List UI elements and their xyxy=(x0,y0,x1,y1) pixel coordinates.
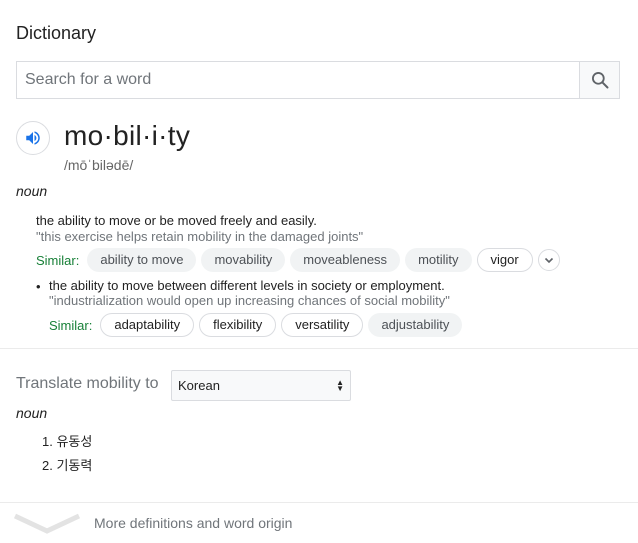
section-divider xyxy=(0,348,638,349)
example-1: "this exercise helps retain mobility in … xyxy=(36,229,364,244)
similar-chip[interactable]: adaptability xyxy=(100,313,195,337)
search-box xyxy=(16,61,620,99)
example-2: "industrialization would open up increas… xyxy=(49,293,450,308)
language-select-value: Korean xyxy=(178,378,220,393)
more-definitions-label: More definitions and word origin xyxy=(94,515,293,531)
expand-similar-button[interactable] xyxy=(537,249,560,271)
search-input[interactable] xyxy=(17,62,579,98)
similar-label: Similar: xyxy=(49,317,93,333)
search-icon xyxy=(591,72,608,89)
definition-1: the ability to move or be moved freely a… xyxy=(36,213,317,228)
language-select[interactable]: Korean ▲ ▼ xyxy=(171,370,351,401)
translation-part-of-speech: noun xyxy=(16,405,48,421)
select-arrows-icon: ▲ ▼ xyxy=(336,377,344,393)
search-button[interactable] xyxy=(579,62,619,98)
similar-row-2: Similar: adaptability flexibility versat… xyxy=(49,313,467,337)
list-bullet: • xyxy=(36,279,41,294)
similar-chip[interactable]: adjustability xyxy=(368,313,463,337)
similar-chip[interactable]: vigor xyxy=(476,248,533,272)
dictionary-title: Dictionary xyxy=(16,23,97,43)
headword: mo·bil·i·ty xyxy=(64,120,191,151)
pronunciation-button[interactable] xyxy=(16,121,50,155)
speaker-icon xyxy=(26,131,40,145)
similar-chip[interactable]: versatility xyxy=(281,313,364,337)
similar-chip[interactable]: motility xyxy=(405,248,472,272)
chevron-down-icon xyxy=(544,257,553,264)
phonetic-spelling: /mōˈbilədē/ xyxy=(64,157,134,173)
footer-divider xyxy=(0,502,638,503)
translation-list: 1. 유동성 2. 기동력 xyxy=(42,431,92,479)
definition-2: the ability to move between different le… xyxy=(49,278,445,293)
chevron-down-icon xyxy=(14,513,80,534)
similar-label: Similar: xyxy=(36,252,80,268)
similar-row-1: Similar: ability to move movability move… xyxy=(36,248,560,272)
similar-chip[interactable]: movability xyxy=(201,248,286,272)
translation-item: 1. 유동성 xyxy=(42,434,93,449)
similar-chip[interactable]: flexibility xyxy=(199,313,277,337)
translation-item: 2. 기동력 xyxy=(42,458,93,473)
similar-chip[interactable]: moveableness xyxy=(290,248,401,272)
similar-chip[interactable]: ability to move xyxy=(87,248,197,272)
translate-label: Translate mobility to xyxy=(16,375,159,392)
part-of-speech: noun xyxy=(16,183,48,199)
more-definitions-link[interactable]: More definitions and word origin xyxy=(0,508,638,538)
